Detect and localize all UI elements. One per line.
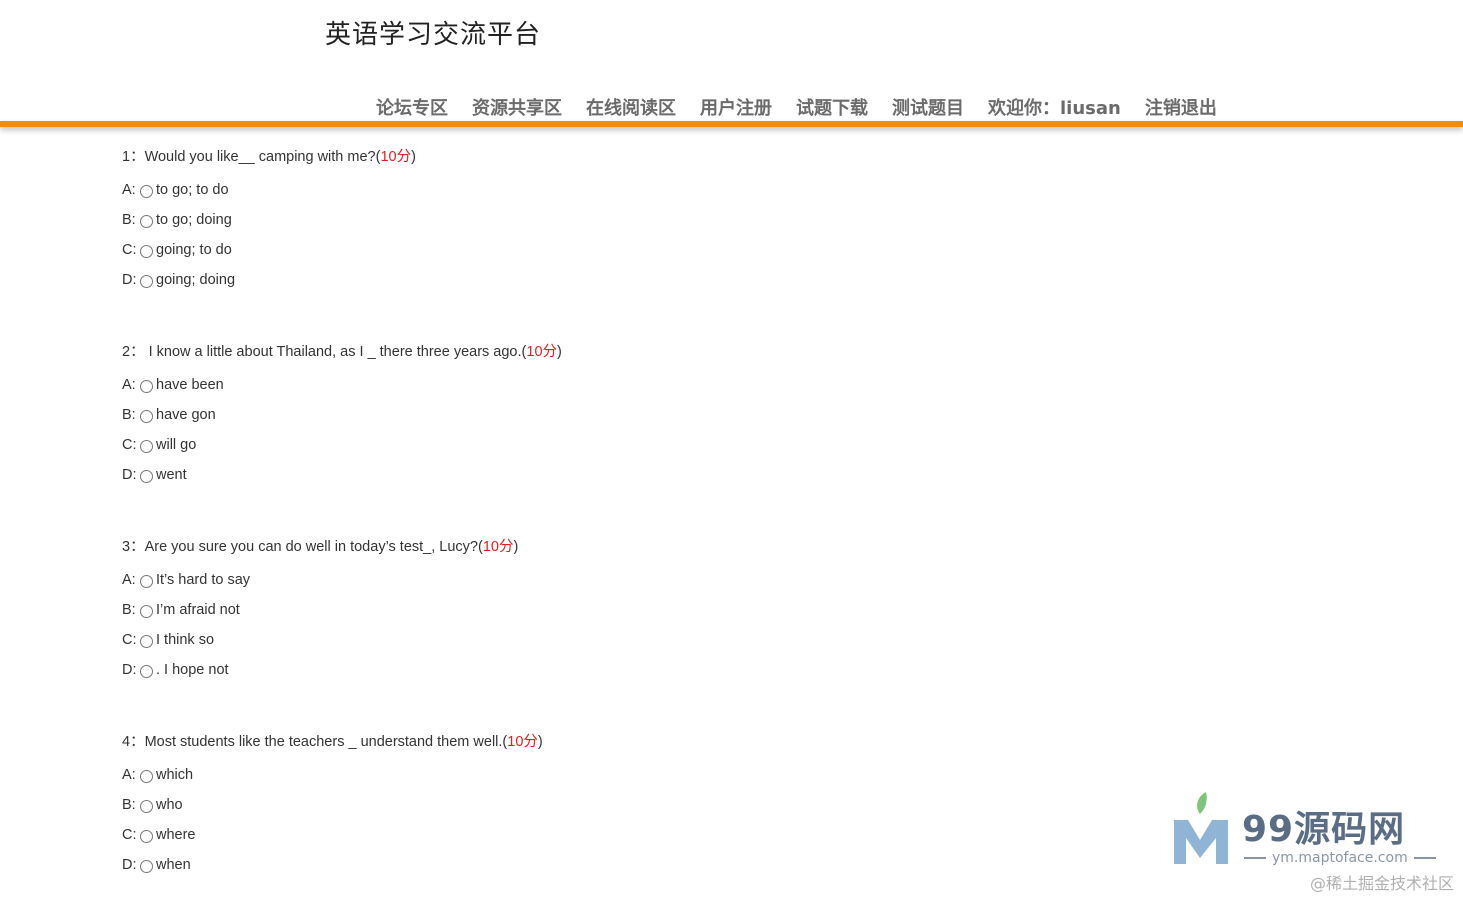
- option-letter: D:: [122, 272, 137, 288]
- watermark-url: ym.maptoface.com: [1238, 850, 1442, 866]
- question-text: 2： I know a little about Thailand, as I …: [122, 344, 562, 360]
- radio-button[interactable]: [140, 574, 153, 588]
- option-d[interactable]: D: when: [122, 850, 1022, 880]
- nav-forum[interactable]: 论坛专区: [376, 94, 448, 120]
- radio-button[interactable]: [140, 439, 153, 453]
- nav-welcome-user: 欢迎你：liusan: [988, 98, 1121, 119]
- question-prompt: 2： I know a little about Thailand, as I …: [122, 344, 522, 360]
- option-letter: A:: [122, 767, 136, 783]
- radio-button[interactable]: [140, 829, 153, 843]
- option-c[interactable]: C: going; to do: [122, 235, 1022, 265]
- option-letter: B:: [122, 797, 136, 813]
- question-3: 3：Are you sure you can do well in today’…: [122, 530, 1022, 685]
- option-letter: A:: [122, 182, 136, 198]
- option-a[interactable]: A: which: [122, 760, 1022, 790]
- radio-button[interactable]: [140, 214, 153, 228]
- option-c[interactable]: C: I think so: [122, 625, 1022, 655]
- question-2: 2： I know a little about Thailand, as I …: [122, 335, 1022, 490]
- question-1: 1：Would you like__ camping with me?(10分)…: [122, 140, 1022, 295]
- question-score: 10分: [380, 149, 412, 165]
- option-b[interactable]: B: I’m afraid not: [122, 595, 1022, 625]
- radio-button[interactable]: [140, 274, 153, 288]
- option-text: went: [156, 467, 187, 483]
- watermark-logo-icon: [1174, 792, 1228, 864]
- option-b[interactable]: B: have gon: [122, 400, 1022, 430]
- nav-resources[interactable]: 资源共享区: [472, 94, 562, 120]
- option-text: which: [156, 767, 194, 783]
- nav-logout[interactable]: 注销退出: [1145, 94, 1217, 120]
- option-text: who: [156, 797, 183, 813]
- nav-test-questions[interactable]: 测试题目: [892, 94, 964, 120]
- nav-divider-bar: [0, 121, 1463, 127]
- option-letter: D:: [122, 467, 137, 483]
- quiz-list: 1：Would you like__ camping with me?(10分)…: [122, 140, 1022, 920]
- option-text: going; doing: [156, 272, 236, 288]
- option-letter: B:: [122, 212, 136, 228]
- option-letter: B:: [122, 407, 136, 423]
- option-d[interactable]: D: . I hope not: [122, 655, 1022, 685]
- question-4: 4：Most students like the teachers _ unde…: [122, 725, 1022, 880]
- option-letter: D:: [122, 662, 137, 678]
- option-text: going; to do: [156, 242, 232, 258]
- radio-button[interactable]: [140, 244, 153, 258]
- question-text: 3：Are you sure you can do well in today’…: [122, 539, 519, 555]
- option-b[interactable]: B: who: [122, 790, 1022, 820]
- option-c[interactable]: C: where: [122, 820, 1022, 850]
- radio-button[interactable]: [140, 184, 153, 198]
- radio-button[interactable]: [140, 799, 153, 813]
- radio-button[interactable]: [140, 379, 153, 393]
- question-text: 1：Would you like__ camping with me?(10分): [122, 149, 416, 165]
- question-score: 10分: [507, 734, 538, 750]
- question-text: 4：Most students like the teachers _ unde…: [122, 734, 543, 750]
- main-nav: 论坛专区 资源共享区 在线阅读区 用户注册 试题下载 测试题目 欢迎你：lius…: [376, 94, 1217, 120]
- option-a[interactable]: A: have been: [122, 370, 1022, 400]
- radio-button[interactable]: [140, 469, 153, 483]
- question-prompt: 3：Are you sure you can do well in today’…: [122, 539, 478, 555]
- option-text: It’s hard to say: [156, 572, 251, 588]
- question-prompt: 4：Most students like the teachers _ unde…: [122, 734, 503, 750]
- option-d[interactable]: D: went: [122, 460, 1022, 490]
- question-score: 10分: [526, 344, 558, 360]
- option-b[interactable]: B: to go; doing: [122, 205, 1022, 235]
- option-letter: A:: [122, 572, 136, 588]
- watermark-brand: 99源码网: [1242, 809, 1406, 850]
- nav-register[interactable]: 用户注册: [700, 94, 772, 120]
- option-d[interactable]: D: going; doing: [122, 265, 1022, 295]
- option-letter: C:: [122, 437, 137, 453]
- option-a[interactable]: A: to go; to do: [122, 175, 1022, 205]
- option-text: to go; doing: [156, 212, 232, 228]
- option-text: I’m afraid not: [156, 602, 240, 618]
- radio-button[interactable]: [140, 604, 153, 618]
- question-prompt: 1：Would you like__ camping with me?: [122, 149, 376, 165]
- option-text: have gon: [156, 407, 216, 423]
- radio-button[interactable]: [140, 664, 153, 678]
- radio-button[interactable]: [140, 409, 153, 423]
- nav-download-tests[interactable]: 试题下载: [796, 94, 868, 120]
- radio-button[interactable]: [140, 859, 153, 873]
- option-letter: D:: [122, 857, 137, 873]
- option-letter: A:: [122, 377, 136, 393]
- option-text: where: [156, 827, 196, 843]
- question-score: 10分: [482, 539, 514, 555]
- site-title: 英语学习交流平台: [325, 20, 542, 50]
- radio-button[interactable]: [140, 634, 153, 648]
- option-letter: C:: [122, 242, 137, 258]
- option-text: to go; to do: [156, 182, 229, 198]
- nav-online-reading[interactable]: 在线阅读区: [586, 94, 676, 120]
- option-a[interactable]: A: It’s hard to say: [122, 565, 1022, 595]
- option-letter: C:: [122, 827, 137, 843]
- option-letter: B:: [122, 602, 136, 618]
- option-text: when: [156, 857, 191, 873]
- option-c[interactable]: C: will go: [122, 430, 1022, 460]
- option-text: have been: [156, 377, 224, 393]
- radio-button[interactable]: [140, 769, 153, 783]
- watermark: 99源码网 ym.maptoface.com @稀土掘金技术社区: [1170, 792, 1460, 893]
- watermark-credit: @稀土掘金技术社区: [1309, 874, 1454, 893]
- option-text: I think so: [156, 632, 215, 648]
- option-letter: C:: [122, 632, 137, 648]
- option-text: . I hope not: [156, 662, 229, 678]
- option-text: will go: [156, 437, 197, 453]
